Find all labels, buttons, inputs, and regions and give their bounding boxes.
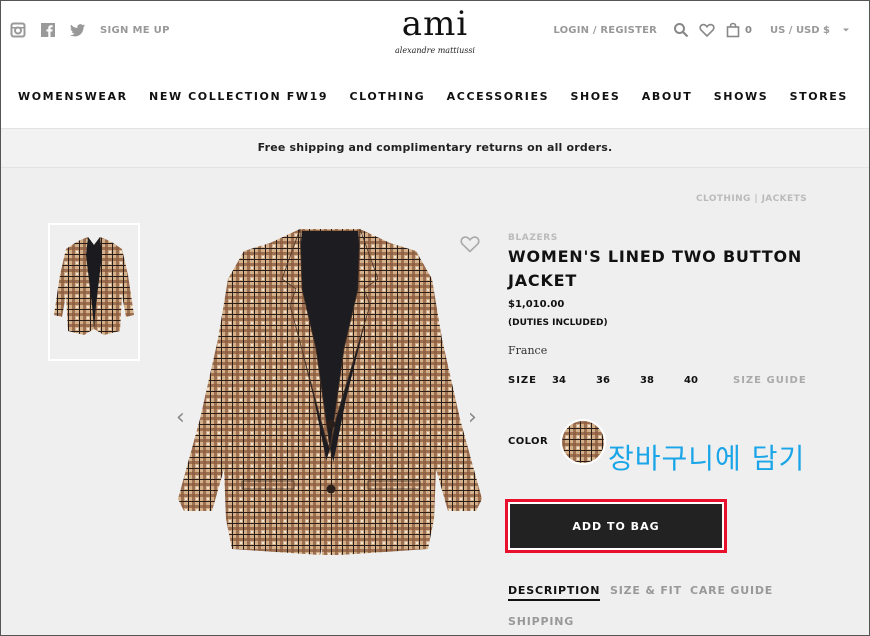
nav-accessories[interactable]: ACCESSORIES	[447, 90, 549, 103]
main-nav: WOMENSWEAR NEW COLLECTION FW19 CLOTHING …	[18, 90, 848, 103]
instagram-icon[interactable]	[10, 22, 26, 38]
product-title-line1: WOMEN'S LINED TWO BUTTON	[508, 247, 803, 266]
shipping-banner: Free shipping and complimentary returns …	[0, 128, 870, 168]
logo-wordmark: ami	[401, 4, 469, 44]
nav-stores[interactable]: STORES	[790, 90, 848, 103]
nav-shows[interactable]: SHOWS	[714, 90, 769, 103]
next-image-arrow[interactable]: ›	[468, 405, 477, 430]
size-option-34[interactable]: 34	[552, 375, 566, 386]
bag-count[interactable]: 0	[745, 25, 752, 36]
size-option-38[interactable]: 38	[640, 375, 654, 386]
product-thumbnail[interactable]	[48, 223, 140, 361]
sign-me-up-link[interactable]: SIGN ME UP	[100, 25, 170, 36]
tab-care-guide[interactable]: CARE GUIDE	[690, 584, 773, 597]
product-title: WOMEN'S LINED TWO BUTTON JACKET	[508, 245, 818, 293]
product-category[interactable]: BLAZERS	[508, 233, 818, 243]
site-header: SIGN ME UP ami alexandre mattiussi LOGIN…	[0, 0, 870, 128]
add-to-bag-button[interactable]: ADD TO BAG	[510, 504, 722, 548]
product-title-line2: JACKET	[508, 271, 578, 290]
currency-selector[interactable]: US / USD $	[770, 25, 830, 36]
heart-icon[interactable]	[699, 22, 715, 38]
breadcrumb[interactable]: CLOTHING | JACKETS	[696, 194, 807, 204]
nav-shoes[interactable]: SHOES	[570, 90, 620, 103]
tab-shipping[interactable]: SHIPPING	[508, 615, 574, 628]
product-info: BLAZERS WOMEN'S LINED TWO BUTTON JACKET …	[508, 233, 818, 447]
twitter-icon[interactable]	[70, 22, 86, 38]
nav-about[interactable]: ABOUT	[642, 90, 693, 103]
product-main-image[interactable]	[170, 219, 490, 559]
nav-womenswear[interactable]: WOMENSWEAR	[18, 90, 128, 103]
social-links: SIGN ME UP	[10, 22, 170, 38]
account-bar: LOGIN / REGISTER 0 US / USD $	[553, 22, 850, 38]
size-option-40[interactable]: 40	[684, 375, 698, 386]
product-section: CLOTHING | JACKETS ‹ › BLAZERS WOMEN'S L…	[0, 169, 870, 636]
tab-size-fit[interactable]: SIZE & FIT	[610, 584, 682, 597]
wishlist-heart-icon[interactable]	[460, 235, 480, 253]
add-to-bag-highlight: ADD TO BAG	[505, 499, 727, 553]
login-register-link[interactable]: LOGIN / REGISTER	[553, 25, 657, 36]
search-icon[interactable]	[673, 22, 689, 38]
color-label: COLOR	[508, 436, 549, 447]
prev-image-arrow[interactable]: ‹	[176, 405, 185, 430]
nav-new-collection[interactable]: NEW COLLECTION FW19	[149, 90, 328, 103]
product-origin: France	[508, 344, 548, 357]
nav-clothing[interactable]: CLOTHING	[349, 90, 425, 103]
size-label: SIZE	[508, 375, 538, 386]
duties-note: (DUTIES INCLUDED)	[508, 318, 608, 328]
brand-logo[interactable]: ami alexandre mattiussi	[380, 4, 490, 55]
chevron-down-icon[interactable]	[842, 26, 850, 34]
logo-subtitle: alexandre mattiussi	[395, 46, 475, 55]
facebook-icon[interactable]	[40, 22, 56, 38]
shopping-bag-icon[interactable]	[725, 22, 741, 38]
tab-description[interactable]: DESCRIPTION	[508, 584, 601, 601]
size-guide-link[interactable]: SIZE GUIDE	[733, 375, 807, 386]
size-option-36[interactable]: 36	[596, 375, 610, 386]
product-price: $1,010.00	[508, 299, 565, 310]
color-swatch[interactable]	[560, 419, 606, 465]
annotation-label: 장바구니에 담기	[608, 442, 806, 475]
